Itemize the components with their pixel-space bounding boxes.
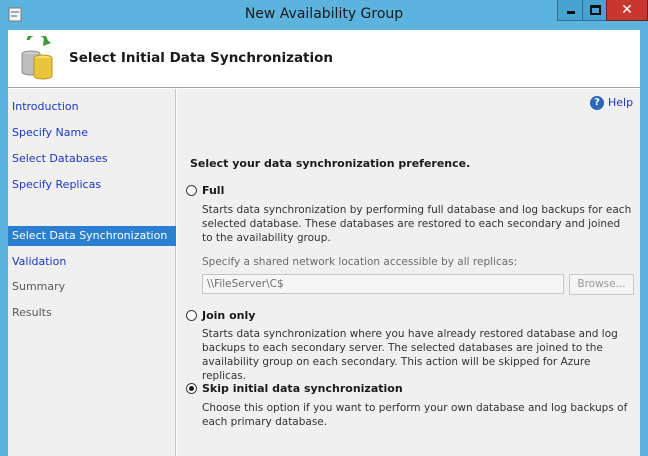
nav-item-specify-replicas[interactable]: Specify Replicas [8, 175, 176, 195]
browse-button[interactable]: Browse... [569, 274, 634, 295]
nav-item-introduction[interactable]: Introduction [8, 97, 176, 117]
full-option-description: Starts data synchronization by performin… [202, 204, 632, 244]
minimize-button[interactable] [557, 0, 583, 21]
page-title: Select Initial Data Synchronization [69, 50, 334, 66]
help-icon: ? [590, 96, 604, 110]
wizard-content: ? Help Select your data synchronization … [177, 89, 640, 456]
nav-item-specify-name[interactable]: Specify Name [8, 123, 176, 143]
wizard-window: New Availability Group ✕ Select Initial … [0, 0, 648, 456]
full-radio[interactable] [186, 185, 197, 196]
minimize-icon [567, 11, 575, 14]
skip-sync-option-label[interactable]: Skip initial data synchronization [202, 382, 403, 395]
skip-sync-option-description: Choose this option if you want to perfor… [202, 402, 628, 428]
share-location-input[interactable] [202, 274, 564, 294]
nav-item-select-data-synchronization[interactable]: Select Data Synchronization [8, 226, 176, 246]
full-option-label[interactable]: Full [202, 184, 224, 197]
title-bar[interactable]: New Availability Group ✕ [0, 0, 648, 30]
window-title: New Availability Group [244, 6, 404, 22]
wizard-header: Select Initial Data Synchronization [8, 30, 640, 88]
preference-heading: Select your data synchronization prefere… [190, 157, 471, 170]
skip-sync-radio[interactable] [186, 383, 197, 394]
nav-item-results: Results [12, 306, 52, 319]
share-location-label: Specify a shared network location access… [202, 256, 518, 268]
wizard-nav: Introduction Specify Name Select Databas… [8, 89, 176, 456]
maximize-button[interactable] [582, 0, 607, 21]
maximize-icon [590, 5, 601, 15]
help-link[interactable]: ? Help [590, 96, 634, 112]
close-icon: ✕ [621, 2, 633, 18]
nav-item-select-databases[interactable]: Select Databases [8, 149, 176, 169]
help-label: Help [608, 96, 634, 109]
close-button[interactable]: ✕ [606, 0, 648, 21]
nav-item-validation[interactable]: Validation [8, 252, 176, 272]
join-only-option-description: Starts data synchronization where you ha… [202, 328, 618, 382]
join-only-option-label[interactable]: Join only [202, 309, 255, 322]
wizard-client-area: Select Initial Data Synchronization Intr… [8, 30, 640, 456]
join-only-radio[interactable] [186, 310, 197, 321]
database-sync-icon [21, 36, 53, 80]
nav-item-summary: Summary [12, 280, 66, 293]
